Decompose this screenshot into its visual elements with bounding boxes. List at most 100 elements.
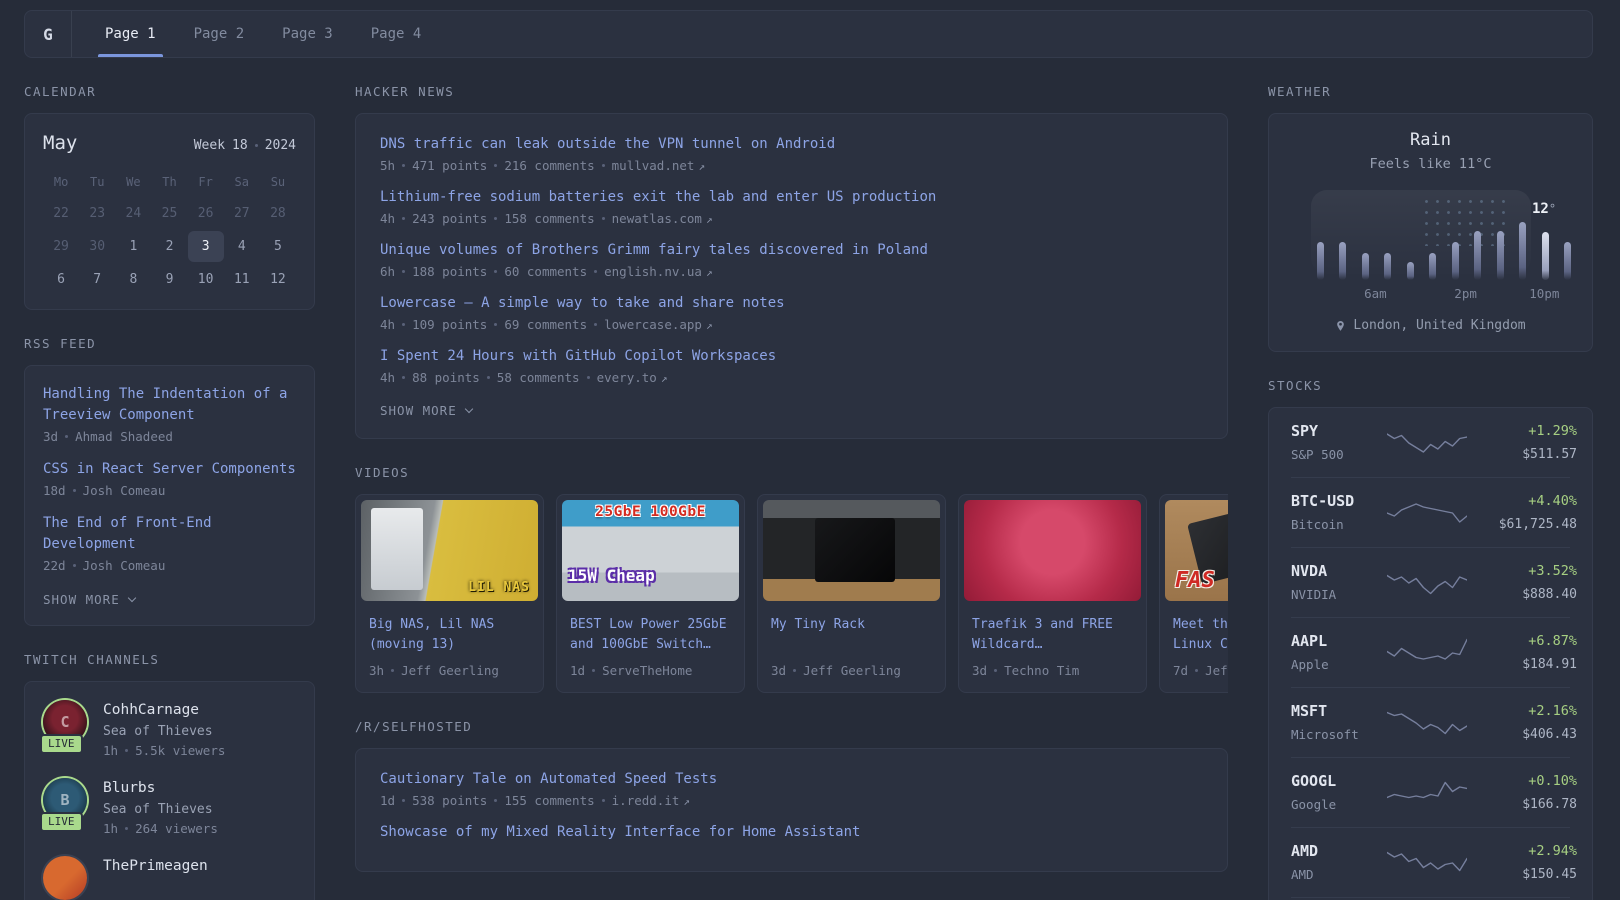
dashboard-page: G Page 1 Page 2 Page 3 Page 4 CALENDAR May … — [0, 0, 1593, 900]
video-title-link[interactable]: Big NAS, Lil NAS (moving 13) — [369, 615, 530, 655]
rain-dots-pattern — [1421, 196, 1509, 246]
item-title-link[interactable]: The End of Front-End Development — [43, 513, 296, 555]
video-title-link[interactable]: Meet the Linux Clu — [1173, 615, 1228, 655]
weather-bar — [1361, 253, 1369, 280]
external-link-icon: ↗ — [705, 319, 713, 332]
item-title-link[interactable]: Lowercase – A simple way to take and sha… — [380, 293, 1203, 314]
stock-values: +1.29% $511.57 — [1467, 421, 1577, 463]
weather-time-labels: 6am 2pm 10pm — [1317, 286, 1571, 304]
reddit-widget: Cautionary Tale on Automated Speed Tests… — [355, 748, 1228, 872]
dot-separator — [254, 144, 258, 147]
stock-values: +2.16% $406.43 — [1467, 701, 1577, 743]
meta-part: 69 comments — [504, 317, 588, 332]
video-title-link[interactable]: My Tiny Rack — [771, 615, 932, 655]
live-badge: LIVE — [40, 812, 83, 832]
stocks-widget: SPY S&P 500 +1.29% $511.57 BTC-USD Bitcoin +4.… — [1268, 407, 1593, 900]
stock-company-name: S&P 500 — [1291, 447, 1344, 462]
stock-sparkline-wrap — [1386, 633, 1468, 671]
tab-page-3[interactable]: Page 3 — [269, 11, 346, 57]
video-title-link[interactable]: Traefik 3 and FREE Wildcard… — [972, 615, 1133, 655]
list-item: Showcase of my Mixed Reality Interface f… — [380, 822, 1203, 843]
source-link[interactable]: english.nv.ua ↗ — [604, 264, 712, 279]
calendar-day: 11 — [233, 272, 250, 287]
calendar-day-name: Fr — [198, 175, 213, 189]
twitch-channel-info: CohhCarnage Sea of Thieves 1h 5.5k viewers — [103, 700, 225, 758]
hn-show-more[interactable]: SHOW MORE — [380, 399, 1203, 424]
tab-page-2[interactable]: Page 2 — [181, 11, 258, 57]
hacker-news-widget: DNS traffic can leak outside the VPN tun… — [355, 113, 1228, 439]
twitch-channel-row[interactable]: B LIVE Blurbs Sea of Thieves 1h 264 viewers — [40, 778, 296, 836]
stock-price: $166.78 — [1522, 797, 1577, 812]
meta-part: Josh Comeau — [82, 558, 166, 573]
weather-condition: Rain — [1410, 130, 1451, 150]
video-title-link[interactable]: BEST Low Power 25GbE and 100GbE Switch… — [570, 615, 731, 655]
calendar-day: 1 — [129, 239, 138, 254]
stock-price: $150.45 — [1522, 867, 1577, 882]
stock-values: +6.87% $184.91 — [1467, 631, 1577, 673]
stock-row: BTC-USD Bitcoin +4.40% $61,725.48 — [1291, 477, 1577, 547]
list-item: The End of Front-End Development 22d Josh … — [43, 513, 296, 573]
item-title-link[interactable]: I Spent 24 Hours with GitHub Copilot Wor… — [380, 346, 1203, 367]
dot-separator — [402, 217, 406, 220]
video-thumbnail[interactable] — [763, 500, 940, 601]
source-link[interactable]: every.to ↗ — [597, 370, 668, 385]
source-link[interactable]: mullvad.net ↗ — [612, 158, 705, 173]
stock-values: +3.52% $888.40 — [1467, 561, 1577, 603]
stock-sparkline — [1386, 574, 1468, 595]
tab-page-1[interactable]: Page 1 — [92, 11, 169, 57]
meta-part: 155 comments — [504, 793, 595, 808]
stock-row: SPY S&P 500 +1.29% $511.57 — [1291, 408, 1577, 477]
tab-page-4[interactable]: Page 4 — [358, 11, 435, 57]
meta-part: 4h — [380, 370, 396, 385]
video-thumbnail[interactable]: LIL NAS — [361, 500, 538, 601]
stock-row: MSFT Microsoft +2.16% $406.43 — [1291, 687, 1577, 757]
dot-separator — [486, 376, 490, 379]
dot-separator — [125, 749, 129, 752]
weather-bar — [1563, 242, 1571, 280]
dot-separator — [601, 217, 605, 220]
top-navigation-bar: G Page 1 Page 2 Page 3 Page 4 — [24, 10, 1593, 58]
twitch-channel-game: Sea of Thieves — [103, 802, 213, 817]
videos-row: LIL NAS Big NAS, Lil NAS (moving 13) 3h Jef… — [355, 494, 1228, 693]
item-title-link[interactable]: Showcase of my Mixed Reality Interface f… — [380, 822, 1203, 843]
dot-separator — [601, 799, 605, 802]
video-thumbnail[interactable]: 25GbE 100GbE 15W Cheap — [562, 500, 739, 601]
show-more-label: SHOW MORE — [43, 592, 120, 607]
meta-part: 6h — [380, 264, 396, 279]
stock-sparkline — [1386, 711, 1468, 735]
item-title-link[interactable]: Unique volumes of Brothers Grimm fairy t… — [380, 240, 1203, 261]
calendar-day: 7 — [93, 272, 102, 287]
rss-show-more[interactable]: SHOW MORE — [43, 588, 296, 613]
twitch-channel-row[interactable]: ThePrimeagen — [43, 856, 296, 900]
twitch-channel-row[interactable]: C LIVE CohhCarnage Sea of Thieves 1h 5.5k vie… — [40, 700, 296, 758]
stock-values: +4.40% $61,725.48 — [1467, 491, 1577, 533]
source-link[interactable]: i.redd.it ↗ — [612, 793, 690, 808]
calendar-day: 5 — [274, 239, 282, 254]
twitch-channel-name[interactable]: ThePrimeagen — [103, 856, 208, 876]
current-temperature-label: 12° — [1531, 201, 1557, 217]
item-title-link[interactable]: Lithium-free sodium batteries exit the l… — [380, 187, 1203, 208]
source-link[interactable]: lowercase.app ↗ — [604, 317, 712, 332]
dot-separator — [586, 376, 590, 379]
thumbnail-overlay-text: 25GbE 100GbE — [595, 504, 706, 520]
weather-bar — [1496, 231, 1504, 280]
twitch-channel-name[interactable]: Blurbs — [103, 778, 218, 798]
list-item: Cautionary Tale on Automated Speed Tests… — [380, 769, 1203, 808]
list-item: I Spent 24 Hours with GitHub Copilot Wor… — [380, 346, 1203, 385]
calendar-day-name: Sa — [234, 175, 249, 189]
source-link[interactable]: newatlas.com ↗ — [612, 211, 713, 226]
item-title-link[interactable]: CSS in React Server Components — [43, 459, 296, 480]
item-title-link[interactable]: Handling The Indentation of a Treeview C… — [43, 384, 296, 426]
video-thumbnail[interactable]: FAS — [1165, 500, 1228, 601]
twitch-channel-name[interactable]: CohhCarnage — [103, 700, 225, 720]
dot-separator — [391, 669, 395, 672]
show-more-label: SHOW MORE — [380, 403, 457, 418]
meta-part: 1d — [570, 663, 586, 678]
item-title-link[interactable]: Cautionary Tale on Automated Speed Tests — [380, 769, 1203, 790]
dot-separator — [72, 489, 76, 492]
stock-identity: SPY S&P 500 — [1291, 421, 1387, 463]
item-title-link[interactable]: DNS traffic can leak outside the VPN tun… — [380, 134, 1203, 155]
meta-part: 3d — [972, 663, 988, 678]
video-thumbnail[interactable] — [964, 500, 1141, 601]
item-meta: 1h 264 viewers — [103, 821, 218, 836]
